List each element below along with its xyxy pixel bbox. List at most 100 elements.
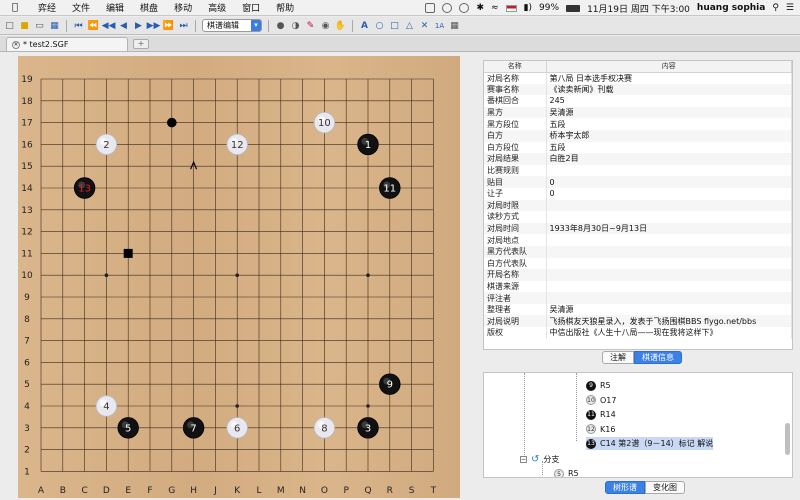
stone-pair-icon[interactable]: ◉ xyxy=(320,20,331,31)
info-value[interactable]: 五段 xyxy=(546,118,792,130)
info-value[interactable] xyxy=(546,245,792,258)
back-ten-icon[interactable]: ⏪ xyxy=(88,20,99,31)
go-board[interactable]: A B C D E F G H J K L M N O P Q R S T 19 18 17 16 15 14 13 12 11 10 9… xyxy=(18,56,460,498)
info-row[interactable]: 棋谱来源 xyxy=(484,280,792,293)
info-value[interactable] xyxy=(546,269,792,281)
info-value[interactable]: 第八局 日本选手权决赛 xyxy=(546,72,792,84)
tab-game-info[interactable]: 棋谱信息 xyxy=(634,351,682,364)
info-value[interactable]: 《读卖新闻》刊载 xyxy=(546,83,792,96)
tree-node[interactable]: 9 R5 xyxy=(586,379,611,392)
info-value[interactable] xyxy=(546,211,792,223)
info-row[interactable]: 对局时限 xyxy=(484,199,792,212)
menu-window[interactable]: 窗口 xyxy=(234,1,268,14)
alternate-stones-icon[interactable]: ● xyxy=(275,20,286,31)
spotlight-icon[interactable]: ⚲ xyxy=(772,3,779,13)
info-value[interactable] xyxy=(546,280,792,293)
info-value[interactable]: 桥本宇太郎 xyxy=(546,129,792,142)
battery-icon[interactable] xyxy=(566,4,581,12)
info-row[interactable]: 比赛规则 xyxy=(484,164,792,177)
info-row[interactable]: 对局时间 1933年8月30日~9月13日 xyxy=(484,222,792,235)
info-row[interactable]: 贴目 0 xyxy=(484,176,792,188)
info-row[interactable]: 评注者 xyxy=(484,292,792,304)
info-value[interactable]: 吴清源 xyxy=(546,106,792,119)
volume-icon[interactable]: ▮) xyxy=(524,3,532,13)
open-folder-icon[interactable]: ■ xyxy=(19,20,30,31)
info-row[interactable]: 黑方段位 五段 xyxy=(484,118,792,130)
info-row[interactable]: 开局名称 xyxy=(484,269,792,281)
text-label-icon[interactable]: A xyxy=(359,20,370,31)
forward-ten-icon[interactable]: ⏩ xyxy=(163,20,174,31)
menu-file[interactable]: 文件 xyxy=(64,1,98,14)
cloud-icon[interactable] xyxy=(442,3,453,13)
close-tab-icon[interactable]: × xyxy=(12,40,20,49)
back-one-icon[interactable]: ◀ xyxy=(118,20,129,31)
number-mark-icon[interactable]: 1A xyxy=(434,20,445,31)
board-canvas[interactable]: A B C D E F G H J K L M N O P Q R S T191817161514131211109… xyxy=(18,56,460,498)
forward-five-icon[interactable]: ▶▶ xyxy=(147,20,161,31)
info-row[interactable]: 对局地点 xyxy=(484,234,792,246)
info-value[interactable] xyxy=(546,234,792,246)
info-row[interactable]: 让子 0 xyxy=(484,187,792,200)
notification-center-icon[interactable]: ☰ xyxy=(786,3,794,13)
info-row[interactable]: 白方 桥本宇太郎 xyxy=(484,129,792,142)
info-value[interactable]: 中信出版社《人生十八局——现在我将这样下》 xyxy=(546,327,792,339)
tree-node[interactable]: 11 R14 xyxy=(586,408,616,421)
tab-variation[interactable]: 变化图 xyxy=(645,481,685,494)
info-value[interactable] xyxy=(546,164,792,177)
mode-select[interactable]: 棋谱编辑 ▾ xyxy=(202,19,262,32)
clock[interactable]: 11月19日 周四 下午3:00 xyxy=(587,2,690,15)
info-value[interactable] xyxy=(546,292,792,304)
info-value[interactable]: 白胜2目 xyxy=(546,153,792,165)
menu-board[interactable]: 棋盘 xyxy=(132,1,166,14)
tree-node[interactable]: 13 C14 第2谱（9－14）标记 解说 xyxy=(586,437,714,450)
user-name[interactable]: huang sophia xyxy=(697,3,765,13)
tree-scrollbar[interactable] xyxy=(785,423,790,455)
info-row[interactable]: 赛事名称 《读卖新闻》刊载 xyxy=(484,83,792,96)
info-row[interactable]: 对局名称 第八局 日本选手权决赛 xyxy=(484,72,792,84)
add-tab-button[interactable]: + xyxy=(133,39,149,49)
info-row[interactable]: 番棋回合 245 xyxy=(484,95,792,107)
last-move-icon[interactable]: ⏭ xyxy=(178,20,189,31)
info-value[interactable]: 吴清源 xyxy=(546,303,792,316)
info-value[interactable]: 0 xyxy=(546,187,792,200)
forward-one-icon[interactable]: ▶ xyxy=(133,20,144,31)
save-icon[interactable]: ▦ xyxy=(49,20,60,31)
tree-node[interactable]: 12 K16 xyxy=(586,423,615,436)
new-file-icon[interactable]: □ xyxy=(4,20,15,31)
info-row[interactable]: 白方代表队 xyxy=(484,257,792,270)
info-value[interactable] xyxy=(546,199,792,212)
info-row[interactable]: 黑方 吴清源 xyxy=(484,106,792,119)
paint-icon[interactable]: ✎ xyxy=(305,20,316,31)
move-tree-panel[interactable]: 9 R5 10 O17 11 R14 12 K16 13 C14 第2谱（9－14）标记 解说 −… xyxy=(483,372,793,478)
info-value[interactable]: 0 xyxy=(546,176,792,188)
flag-icon[interactable] xyxy=(505,4,517,12)
triangle-mark-icon[interactable]: △ xyxy=(404,20,415,31)
info-row[interactable]: 白方段位 五段 xyxy=(484,141,792,154)
info-value[interactable] xyxy=(546,257,792,270)
tree-node[interactable]: 10 O17 xyxy=(586,394,616,407)
tab-test2-sgf[interactable]: × * test2.SGF xyxy=(6,37,128,51)
info-value[interactable]: 245 xyxy=(546,95,792,107)
status-icon[interactable] xyxy=(425,3,436,13)
tree-node[interactable]: 5 R5 xyxy=(554,467,579,477)
wifi-icon[interactable]: ≈ xyxy=(491,3,499,13)
menu-move[interactable]: 移动 xyxy=(166,1,200,14)
info-row[interactable]: 对局结果 白胜2目 xyxy=(484,153,792,165)
apple-icon[interactable]:  xyxy=(0,2,30,13)
info-value[interactable]: 飞扬棋友天狼星录入，发表于飞扬围棋BBS flygo.net/bbs xyxy=(546,315,792,328)
first-move-icon[interactable]: ⏮ xyxy=(73,20,84,31)
tab-comment[interactable]: 注解 xyxy=(602,351,634,364)
cross-mark-icon[interactable]: ✕ xyxy=(419,20,430,31)
info-row[interactable]: 对局说明 飞扬棋友天狼星录入，发表于飞扬围棋BBS flygo.net/bbs xyxy=(484,315,792,328)
back-five-icon[interactable]: ◀◀ xyxy=(102,20,116,31)
bluetooth-icon[interactable]: ✱ xyxy=(476,3,484,13)
menu-help[interactable]: 帮助 xyxy=(268,1,302,14)
tab-tree[interactable]: 树形谱 xyxy=(605,481,645,494)
save-as-icon[interactable]: ▭ xyxy=(34,20,45,31)
info-value[interactable]: 1933年8月30日~9月13日 xyxy=(546,222,792,235)
info-row[interactable]: 读秒方式 xyxy=(484,211,792,223)
circle-mark-icon[interactable]: ○ xyxy=(374,20,385,31)
info-value[interactable]: 五段 xyxy=(546,141,792,154)
menu-advanced[interactable]: 高级 xyxy=(200,1,234,14)
tree-branch[interactable]: − ↺ 分支 xyxy=(520,453,559,466)
